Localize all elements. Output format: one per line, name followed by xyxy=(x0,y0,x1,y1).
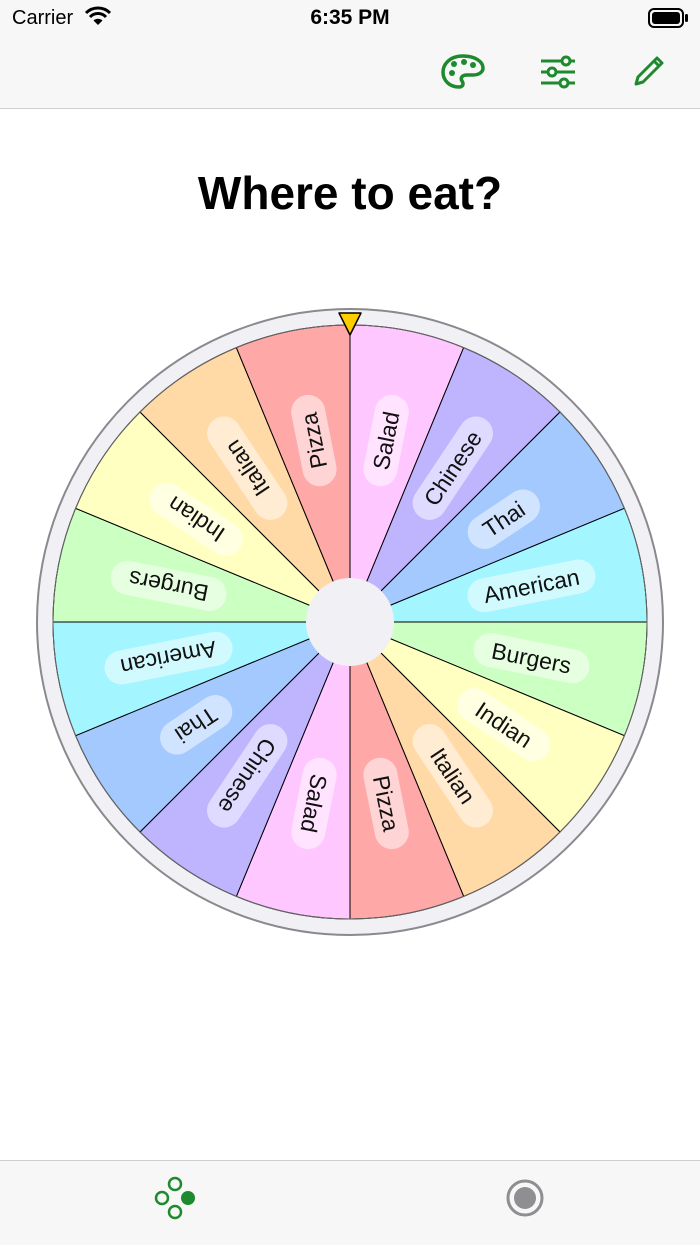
navigation-bar xyxy=(0,36,700,109)
tab-spin[interactable] xyxy=(495,1173,555,1223)
sliders-icon xyxy=(541,55,575,89)
wheel-hub xyxy=(306,578,394,666)
palette-button[interactable] xyxy=(438,50,488,94)
edit-button[interactable] xyxy=(623,50,673,94)
tab-bar xyxy=(0,1160,700,1245)
settings-button[interactable] xyxy=(533,50,583,94)
status-bar: Carrier 6:35 PM xyxy=(0,0,700,36)
pencil-icon xyxy=(634,56,664,86)
palette-icon xyxy=(441,54,485,89)
clock: 6:35 PM xyxy=(310,6,390,29)
wheels-icon xyxy=(154,1176,195,1220)
record-icon xyxy=(506,1179,544,1217)
battery-icon xyxy=(648,8,688,28)
tab-wheels[interactable] xyxy=(145,1173,205,1223)
spin-wheel[interactable]: Salad ChineseThaiAmericanBurgersIndianIta… xyxy=(35,307,665,937)
page-title: Where to eat? xyxy=(197,167,503,219)
